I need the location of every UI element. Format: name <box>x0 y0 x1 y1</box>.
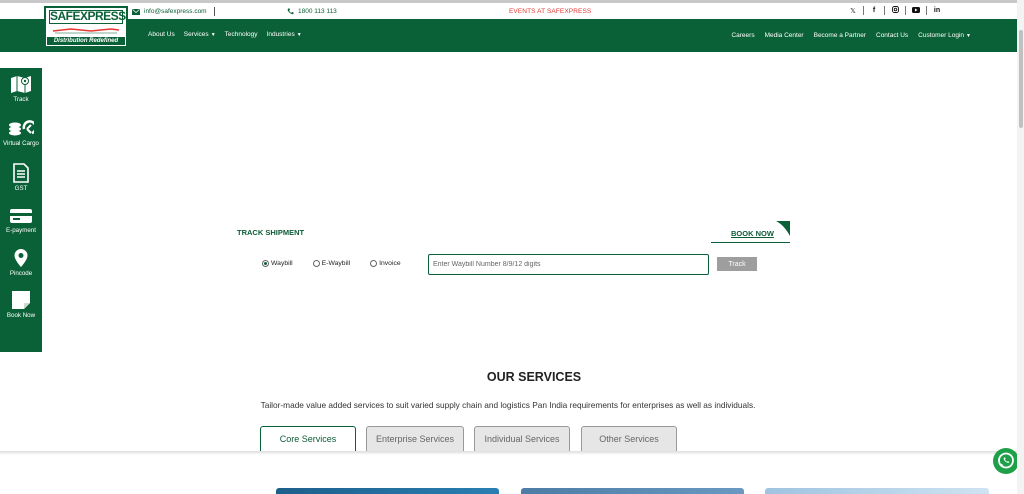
facebook-icon[interactable]: f <box>867 7 881 14</box>
radio-e-waybill[interactable]: E-Waybill <box>312 260 350 267</box>
main-nav: About Us Services ▼ Technology Industries… <box>0 19 1017 52</box>
nav-left: About Us Services ▼ Technology Industries… <box>148 31 302 38</box>
radio-invoice[interactable]: Invoice <box>370 260 401 267</box>
sidebar-item-track[interactable]: Track <box>0 74 42 103</box>
phone-text: 1800 113 113 <box>298 8 337 15</box>
note-icon <box>12 291 30 309</box>
email-link[interactable]: info@safexpress.com <box>132 8 207 15</box>
instagram-icon[interactable] <box>888 6 902 15</box>
nav-media-center[interactable]: Media Center <box>765 32 804 39</box>
location-pin-icon <box>14 249 28 267</box>
sidebar-item-gst[interactable]: GST <box>0 163 42 192</box>
tab-individual-services[interactable]: Individual Services <box>474 426 570 451</box>
service-card[interactable] <box>765 488 989 494</box>
sidebar-item-virtual-cargo[interactable]: Virtual Cargo <box>0 120 42 147</box>
phone-icon <box>287 8 294 15</box>
services-title: OUR SERVICES <box>486 370 582 384</box>
nav-contact-us[interactable]: Contact Us <box>876 32 908 39</box>
section-divider <box>0 451 1017 455</box>
nav-technology[interactable]: Technology <box>225 31 258 38</box>
logo-tagline: Distribution Redefined <box>47 37 125 45</box>
tab-enterprise-services[interactable]: Enterprise Services <box>366 426 464 451</box>
x-icon[interactable]: 𝕏 <box>846 7 860 15</box>
track-button[interactable]: Track <box>717 257 757 271</box>
waybill-number-input[interactable] <box>428 254 709 275</box>
caret-down-icon: ▼ <box>966 33 971 39</box>
nav-services[interactable]: Services ▼ <box>184 31 216 38</box>
tab-other-services[interactable]: Other Services <box>581 426 677 451</box>
page-scrollbar[interactable] <box>1017 0 1024 494</box>
youtube-icon[interactable] <box>909 6 923 15</box>
radio-dot <box>370 260 378 267</box>
quick-sidebar: Track Virtual Cargo GST E-payment Pincod… <box>0 68 42 352</box>
card-icon <box>10 209 32 223</box>
nav-about-us[interactable]: About Us <box>148 31 175 38</box>
radio-waybill[interactable]: Waybill <box>262 260 293 267</box>
caret-down-icon: ▼ <box>210 32 216 38</box>
sidebar-item-e-payment[interactable]: E-payment <box>0 207 42 234</box>
service-card[interactable] <box>521 488 744 494</box>
service-card[interactable] <box>276 488 499 494</box>
linkedin-icon[interactable]: in <box>930 7 944 14</box>
events-link[interactable]: EVENTS AT SAFEXPRESS <box>509 8 591 15</box>
tab-core-services[interactable]: Core Services <box>260 426 356 451</box>
mail-icon <box>132 8 140 15</box>
caret-down-icon: ▼ <box>296 32 302 38</box>
nav-right: Careers Media Center Become a Partner Co… <box>731 32 971 39</box>
sidebar-item-pincode[interactable]: Pincode <box>0 248 42 277</box>
social-links: 𝕏 f in <box>846 6 944 15</box>
document-icon <box>13 163 29 183</box>
whatsapp-icon <box>998 452 1014 469</box>
services-subtitle: Tailor-made value added services to suit… <box>260 400 756 410</box>
track-shipment-title: TRACK SHIPMENT <box>237 228 305 237</box>
whatsapp-button[interactable] <box>993 448 1019 474</box>
sidebar-item-book-now[interactable]: Book Now <box>0 290 42 319</box>
logo[interactable]: SAFEXPRESS Distribution Redefined <box>44 6 128 48</box>
topbar-separator <box>214 7 215 16</box>
radio-dot <box>262 260 269 267</box>
nav-industries[interactable]: Industries ▼ <box>267 31 302 38</box>
radio-dot <box>312 260 320 267</box>
email-text: info@safexpress.com <box>144 8 207 15</box>
nav-customer-login[interactable]: Customer Login ▼ <box>918 32 971 39</box>
corner-flag-icon <box>776 221 790 236</box>
phone-link[interactable]: 1800 113 113 <box>287 8 337 15</box>
scrollbar-thumb[interactable] <box>1018 30 1023 128</box>
book-now-label: BOOK NOW <box>731 229 774 238</box>
book-now-link[interactable]: BOOK NOW <box>711 221 790 243</box>
nav-careers[interactable]: Careers <box>731 32 754 39</box>
logo-name: SAFEXPRESS <box>49 9 126 24</box>
logo-stripe <box>52 28 120 34</box>
nav-become-partner[interactable]: Become a Partner <box>814 32 866 39</box>
map-icon <box>11 76 31 93</box>
track-type-options: Waybill E-Waybill Invoice <box>262 260 421 267</box>
cargo-icon <box>9 120 34 136</box>
page: info@safexpress.com 1800 113 113 EVENTS … <box>0 0 1024 494</box>
top-info-bar: info@safexpress.com 1800 113 113 EVENTS … <box>0 0 1017 19</box>
